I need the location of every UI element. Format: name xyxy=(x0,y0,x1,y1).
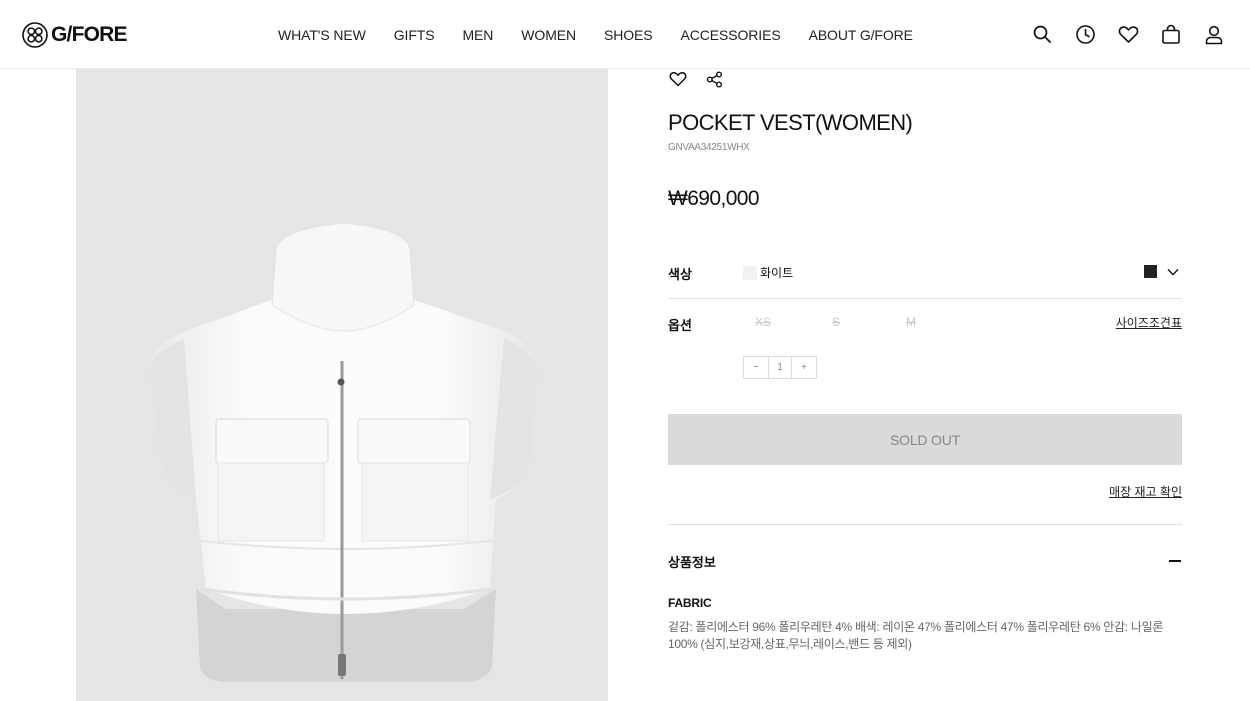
product-info-title: 상품정보 xyxy=(668,555,716,570)
color-selector[interactable]: 색상 화이트 xyxy=(668,249,1182,299)
collapse-minus-icon[interactable] xyxy=(1169,560,1181,562)
quantity-stepper: − 1 + xyxy=(743,356,817,379)
vest-illustration xyxy=(149,222,538,682)
size-s[interactable]: S xyxy=(832,315,840,329)
sold-out-button[interactable]: SOLD OUT xyxy=(668,414,1182,465)
size-chart-link[interactable]: 사이즈조견표 xyxy=(1116,314,1182,331)
heart-icon[interactable] xyxy=(1116,22,1140,46)
color-label: 색상 xyxy=(668,267,692,282)
qty-value[interactable]: 1 xyxy=(768,357,792,378)
size-xs[interactable]: XS xyxy=(755,315,771,329)
qty-decrease-button[interactable]: − xyxy=(744,357,768,378)
nav-men[interactable]: MEN xyxy=(462,26,493,44)
nav-gifts[interactable]: GIFTS xyxy=(394,26,435,44)
product-actions xyxy=(668,69,724,89)
fabric-description: 겉감: 폴리에스터 96% 폴리우레탄 4% 배색: 레이온 47% 폴리에스터… xyxy=(668,620,1164,651)
gfore-logo[interactable]: G/FORE xyxy=(22,21,128,48)
clock-icon[interactable] xyxy=(1073,22,1097,46)
nav-accessories[interactable]: ACCESSORIES xyxy=(681,26,781,44)
qty-increase-button[interactable]: + xyxy=(792,357,816,378)
bag-icon[interactable] xyxy=(1159,22,1183,46)
product-info-toggle[interactable]: 상품정보 xyxy=(668,552,1182,572)
fabric-heading: FABRIC xyxy=(668,596,712,610)
product-code: GNVAA34251WHX xyxy=(668,142,750,153)
product-title: POCKET VEST(WOMEN) xyxy=(668,110,913,135)
nav-women[interactable]: WOMEN xyxy=(521,26,576,44)
site-header: G/FORE WHAT'S NEW GIFTS MEN WOMEN SHOES … xyxy=(0,0,1250,69)
color-swatch-black[interactable] xyxy=(1144,265,1157,278)
wishlist-heart-icon[interactable] xyxy=(668,69,688,89)
nav-about[interactable]: ABOUT G/FORE xyxy=(809,26,913,44)
nav-shoes[interactable]: SHOES xyxy=(604,26,653,44)
store-stock-link[interactable]: 매장 재고 확인 xyxy=(1109,483,1182,500)
search-icon[interactable] xyxy=(1030,22,1054,46)
chevron-down-icon[interactable] xyxy=(1166,265,1180,279)
divider xyxy=(668,524,1182,525)
size-options: 옵션 XS S M 사이즈조견표 xyxy=(668,309,1182,339)
main-nav: WHAT'S NEW GIFTS MEN WOMEN SHOES ACCESSO… xyxy=(278,26,941,44)
color-value: 화이트 xyxy=(760,266,794,280)
share-icon[interactable] xyxy=(704,69,724,89)
header-utilities xyxy=(1030,22,1226,46)
option-label: 옵션 xyxy=(668,318,692,333)
user-icon[interactable] xyxy=(1202,22,1226,46)
size-m[interactable]: M xyxy=(906,315,916,329)
product-image[interactable] xyxy=(76,69,608,701)
color-swatch-white xyxy=(743,266,757,280)
nav-whats-new[interactable]: WHAT'S NEW xyxy=(278,26,366,44)
product-price: ₩690,000 xyxy=(668,187,760,210)
gfore-emblem-icon xyxy=(22,21,48,48)
logo-text: G/FORE xyxy=(51,22,128,46)
